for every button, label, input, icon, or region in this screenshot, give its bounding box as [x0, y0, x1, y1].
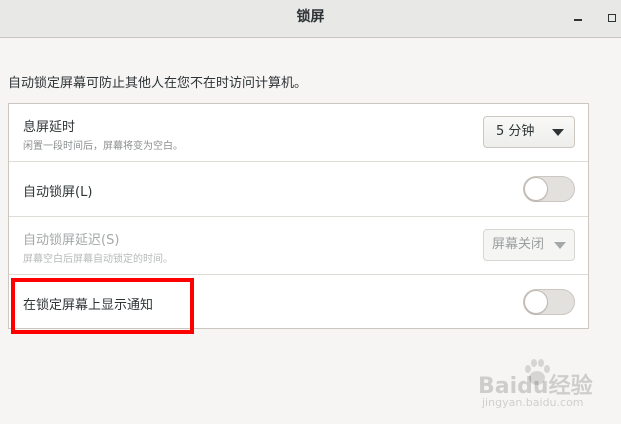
- highlight-annotation-box: [11, 278, 194, 334]
- blank-screen-delay-dropdown[interactable]: 5 分钟: [483, 116, 575, 148]
- setting-row-automatic-lock: 自动锁屏(L): [9, 162, 588, 217]
- maximize-button[interactable]: [600, 6, 621, 30]
- window-title: 锁屏: [296, 9, 325, 25]
- watermark-url: jingyan.baidu.com: [482, 396, 584, 409]
- minimize-button[interactable]: [566, 6, 590, 30]
- page-description: 自动锁定屏幕可防止其他人在您不在时访问计算机。: [8, 76, 308, 91]
- setting-subtitle: 屏幕空白后屏幕自动锁定的时间。: [23, 254, 173, 265]
- dropdown-value: 屏幕关闭: [492, 237, 545, 252]
- maximize-icon: [608, 14, 616, 22]
- setting-title: 自动锁屏延迟(S): [23, 233, 120, 248]
- setting-title: 自动锁屏(L): [23, 185, 93, 200]
- dropdown-arrow-icon: [552, 129, 564, 136]
- switch-knob: [524, 290, 548, 314]
- title-bar: 锁屏: [0, 0, 621, 38]
- setting-title: 息屏延时: [23, 120, 76, 135]
- dropdown-arrow-icon: [554, 242, 566, 249]
- watermark: Baidu经验 jingyan.baidu.com: [474, 356, 614, 412]
- lock-delay-dropdown[interactable]: 屏幕关闭: [483, 229, 575, 261]
- setting-subtitle: 闲置一段时间后，屏幕将变为空白。: [23, 141, 183, 152]
- dropdown-value: 5 分钟: [496, 124, 535, 139]
- automatic-lock-switch[interactable]: [523, 176, 575, 202]
- lock-screen-notifications-switch[interactable]: [523, 289, 575, 315]
- minimize-icon: [574, 19, 582, 21]
- switch-knob: [524, 177, 548, 201]
- setting-row-lock-delay: 自动锁屏延迟(S) 屏幕空白后屏幕自动锁定的时间。 屏幕关闭: [9, 217, 588, 275]
- setting-row-blank-screen-delay: 息屏延时 闲置一段时间后，屏幕将变为空白。 5 分钟: [9, 104, 588, 162]
